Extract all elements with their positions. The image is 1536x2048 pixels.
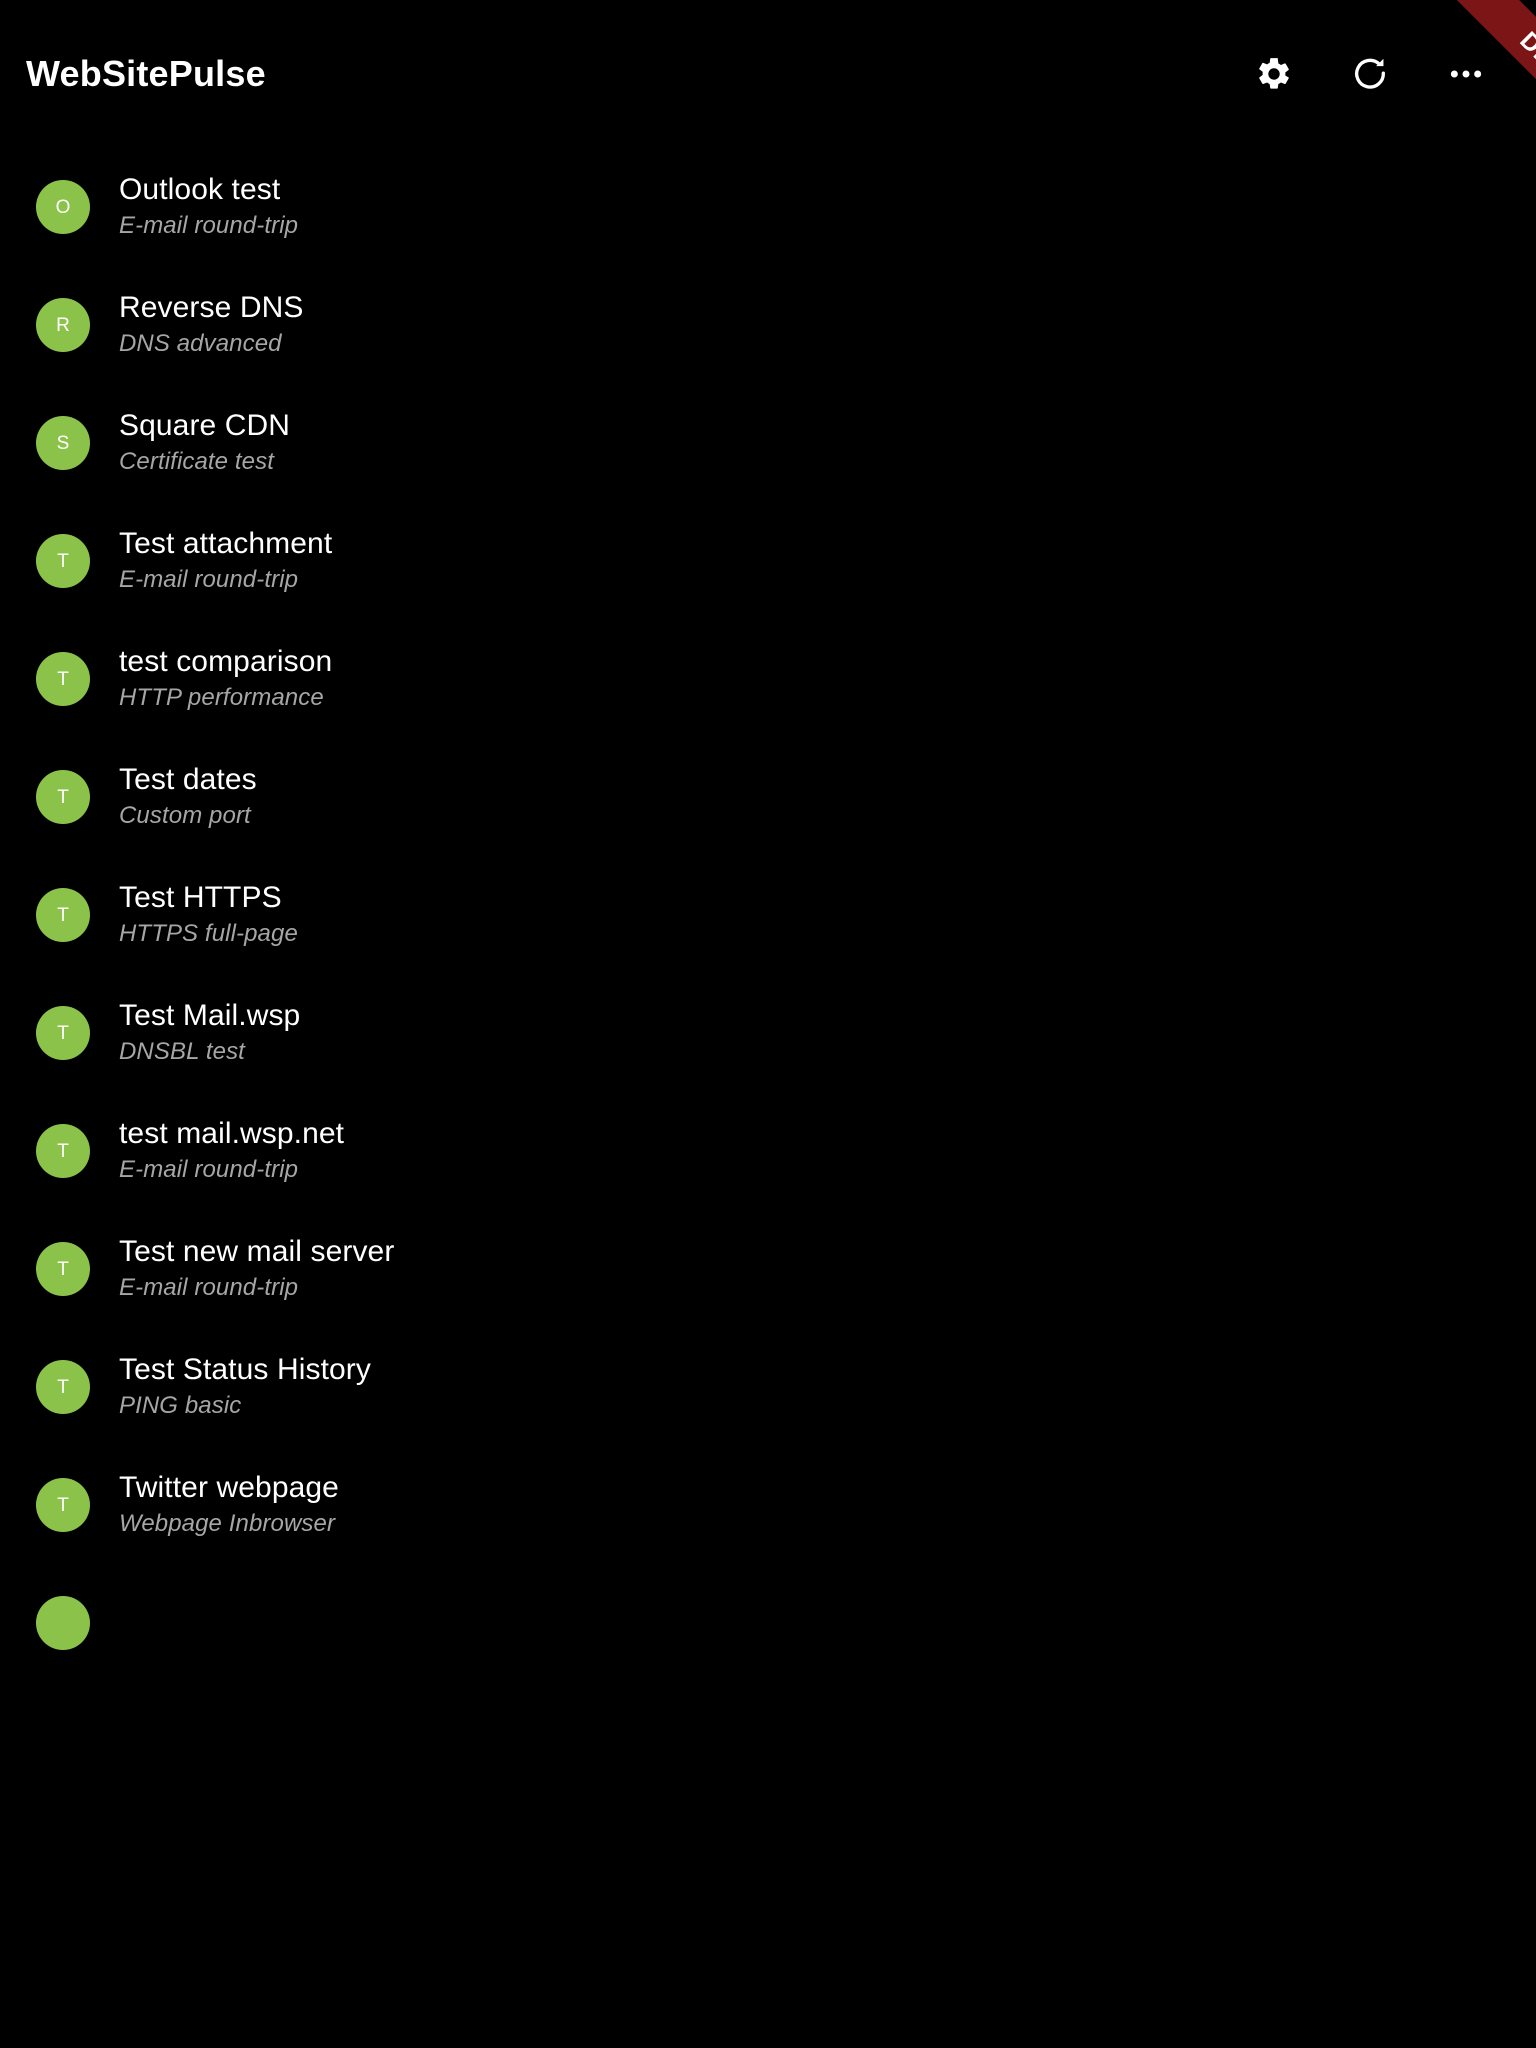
- list-item-texts: Twitter webpage Webpage Inbrowser: [119, 1471, 339, 1540]
- list-item-texts: Test attachment E-mail round-trip: [119, 527, 332, 596]
- list-item-texts: Test HTTPS HTTPS full-page: [119, 881, 298, 950]
- list-item-title: Reverse DNS: [119, 290, 304, 324]
- settings-button[interactable]: [1248, 48, 1300, 100]
- list-item-title: test mail.wsp.net: [119, 1116, 345, 1150]
- debug-ribbon-label: DEBUG: [1514, 26, 1536, 114]
- list-item-subtitle: DNSBL test: [119, 1038, 245, 1066]
- list-item-subtitle: Certificate test: [119, 448, 274, 476]
- app-bar-actions: [1248, 48, 1502, 100]
- list-item[interactable]: S Square CDN Certificate test: [0, 384, 1536, 502]
- list-item-title: Test attachment: [119, 526, 333, 560]
- list-item[interactable]: O Outlook test E-mail round-trip: [0, 148, 1536, 266]
- list-item-subtitle: E-mail round-trip: [119, 1156, 299, 1184]
- avatar: T: [36, 770, 90, 824]
- avatar: T: [36, 1360, 90, 1414]
- list-item-title: Twitter webpage: [119, 1470, 339, 1504]
- refresh-icon: [1350, 54, 1390, 94]
- list-item[interactable]: T test comparison HTTP performance: [0, 620, 1536, 738]
- list-item-title: test comparison: [119, 644, 333, 678]
- list-item-subtitle: HTTP performance: [119, 684, 324, 712]
- list-item-texts: Test Status History PING basic: [119, 1353, 371, 1422]
- list-item[interactable]: T test mail.wsp.net E-mail round-trip: [0, 1092, 1536, 1210]
- avatar: T: [36, 1478, 90, 1532]
- avatar: [36, 1596, 90, 1650]
- list-item-title: Square CDN: [119, 408, 291, 442]
- list-item[interactable]: T Test attachment E-mail round-trip: [0, 502, 1536, 620]
- list-item[interactable]: T Test dates Custom port: [0, 738, 1536, 856]
- list-item-subtitle: Webpage Inbrowser: [119, 1510, 336, 1538]
- avatar: T: [36, 1124, 90, 1178]
- app-root: WebSitePulse DEBUG O Outlook test E-mail…: [0, 0, 1536, 2048]
- list-item[interactable]: R Reverse DNS DNS advanced: [0, 266, 1536, 384]
- list-item-texts: Reverse DNS DNS advanced: [119, 291, 303, 360]
- list-item[interactable]: T Twitter webpage Webpage Inbrowser: [0, 1446, 1536, 1564]
- list-item-subtitle: PING basic: [119, 1392, 242, 1420]
- list-item[interactable]: T Test Mail.wsp DNSBL test: [0, 974, 1536, 1092]
- list-item-subtitle: DNS advanced: [119, 330, 282, 358]
- list-item-texts: Test dates Custom port: [119, 763, 257, 832]
- more-horizontal-icon: [1446, 54, 1486, 94]
- list-item-subtitle: E-mail round-trip: [119, 212, 299, 240]
- list-item-texts: Test new mail server E-mail round-trip: [119, 1235, 394, 1304]
- list-item-subtitle: HTTPS full-page: [119, 920, 298, 948]
- list-item-texts: test comparison HTTP performance: [119, 645, 332, 714]
- list-item-title: Outlook test: [119, 172, 281, 206]
- list-item-texts: Test Mail.wsp DNSBL test: [119, 999, 300, 1068]
- avatar: R: [36, 298, 90, 352]
- overflow-menu-button[interactable]: [1440, 48, 1492, 100]
- list-item-title: Test new mail server: [119, 1234, 395, 1268]
- list-item-title: Test dates: [119, 762, 257, 796]
- list-item-title: Test Mail.wsp: [119, 998, 301, 1032]
- list-item-subtitle: E-mail round-trip: [119, 1274, 299, 1302]
- avatar: T: [36, 534, 90, 588]
- list-item-texts: test mail.wsp.net E-mail round-trip: [119, 1117, 344, 1186]
- list-item-texts: Square CDN Certificate test: [119, 409, 290, 478]
- list-item[interactable]: T Test HTTPS HTTPS full-page: [0, 856, 1536, 974]
- list-item-subtitle: Custom port: [119, 802, 251, 830]
- list-item[interactable]: T Test Status History PING basic: [0, 1328, 1536, 1446]
- avatar: T: [36, 1006, 90, 1060]
- app-bar: WebSitePulse DEBUG: [0, 0, 1536, 150]
- gear-icon: [1255, 55, 1293, 93]
- monitor-list: O Outlook test E-mail round-trip R Rever…: [0, 148, 1536, 1682]
- refresh-button[interactable]: [1344, 48, 1396, 100]
- avatar: T: [36, 888, 90, 942]
- list-item-texts: Outlook test E-mail round-trip: [119, 173, 298, 242]
- list-item[interactable]: [0, 1564, 1536, 1682]
- avatar: T: [36, 1242, 90, 1296]
- list-item-subtitle: E-mail round-trip: [119, 566, 299, 594]
- list-item-title: Test Status History: [119, 1352, 371, 1386]
- page-title: WebSitePulse: [26, 53, 266, 94]
- avatar: T: [36, 652, 90, 706]
- avatar: S: [36, 416, 90, 470]
- list-item[interactable]: T Test new mail server E-mail round-trip: [0, 1210, 1536, 1328]
- list-item-title: Test HTTPS: [119, 880, 282, 914]
- avatar: O: [36, 180, 90, 234]
